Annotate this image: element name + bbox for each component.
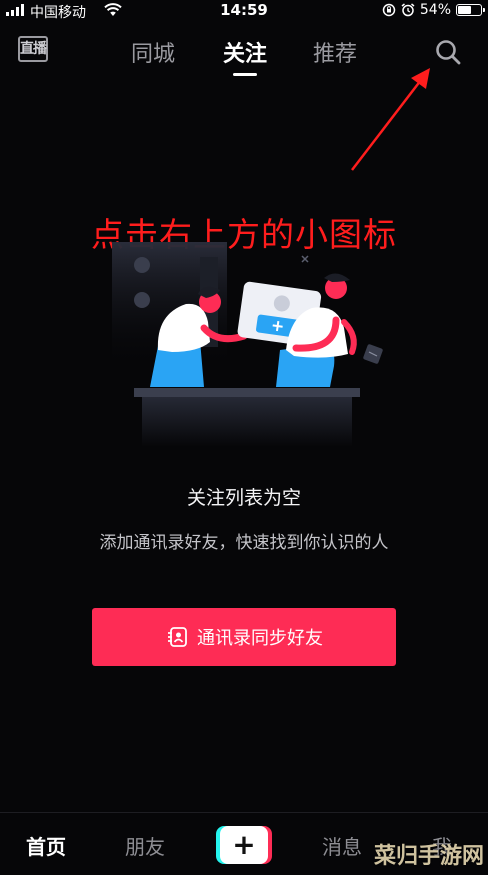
sync-contacts-button[interactable]: 通讯录同步好友 xyxy=(92,608,396,666)
sync-contacts-label: 通讯录同步好友 xyxy=(197,628,323,649)
battery-percent: 54% xyxy=(419,2,451,18)
battery-icon xyxy=(456,4,485,16)
tab-following[interactable]: 关注 xyxy=(215,36,275,68)
plus-icon: + xyxy=(232,828,256,861)
empty-state-title: 关注列表为空 xyxy=(186,487,301,509)
nav-messages[interactable]: 消息 xyxy=(312,831,372,860)
empty-state-illustration xyxy=(112,242,383,447)
search-icon[interactable] xyxy=(434,38,462,66)
watermark: 菜归手游网 xyxy=(373,844,484,869)
nav-home[interactable]: 首页 xyxy=(16,831,76,860)
status-right: 54% xyxy=(382,2,485,18)
active-tab-indicator xyxy=(233,73,257,76)
alarm-icon xyxy=(401,3,415,17)
empty-state-subtitle: 添加通讯录好友，快速找到你认识的人 xyxy=(99,533,389,553)
rotation-lock-icon xyxy=(382,3,396,17)
tab-recommend[interactable]: 推荐 xyxy=(305,36,365,68)
nav-friends[interactable]: 朋友 xyxy=(115,831,175,860)
create-button[interactable]: + xyxy=(216,826,272,864)
top-tabs: 同城 关注 推荐 xyxy=(0,36,488,76)
contacts-icon xyxy=(168,627,187,647)
status-bar: 中国移动 14:59 54% xyxy=(0,0,488,22)
tab-nearby[interactable]: 同城 xyxy=(123,36,183,68)
